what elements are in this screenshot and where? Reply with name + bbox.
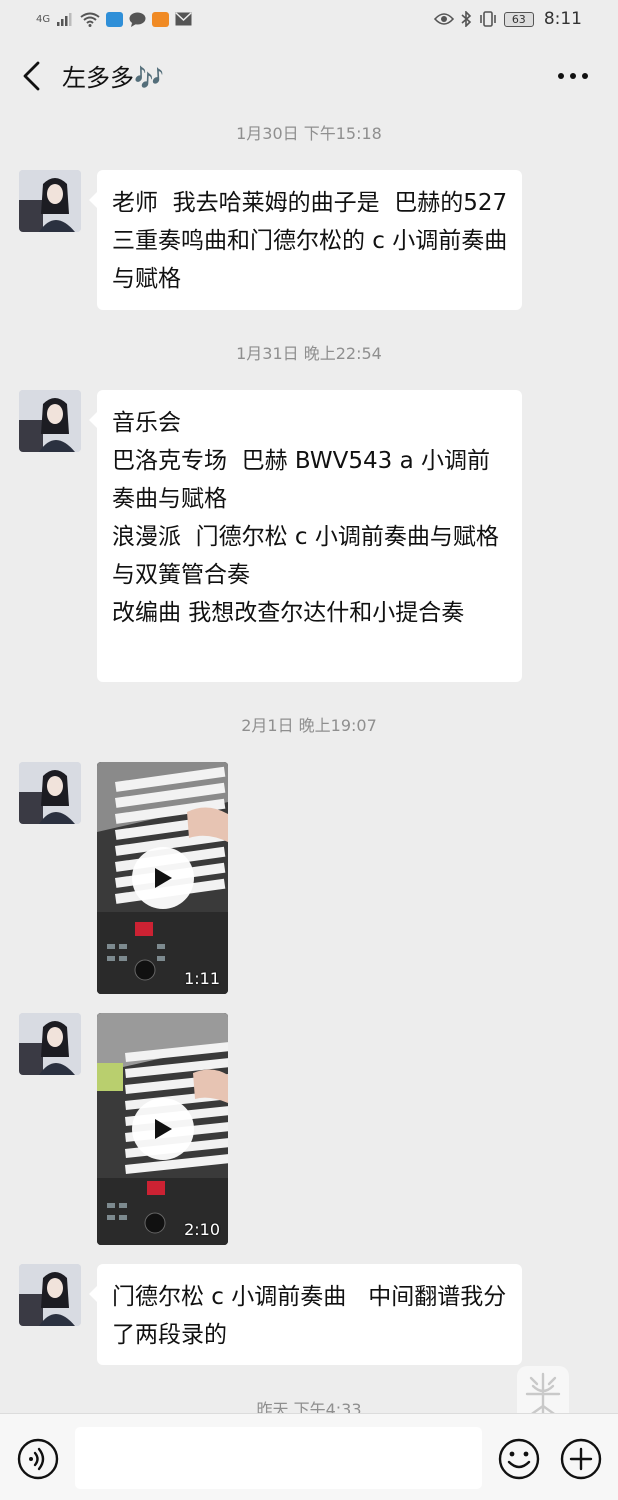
avatar[interactable] (19, 390, 81, 452)
play-button[interactable] (132, 1098, 194, 1160)
plus-icon[interactable] (560, 1438, 602, 1480)
more-dots-icon[interactable] (556, 64, 590, 88)
play-icon (155, 1119, 172, 1139)
avatar-image (19, 390, 81, 452)
avatar-image (19, 1013, 81, 1075)
play-icon (155, 868, 172, 888)
network-type-label: 4G (36, 13, 51, 25)
video-duration: 1:11 (184, 969, 220, 988)
video-duration: 2:10 (184, 1220, 220, 1239)
avatar-image (19, 762, 81, 824)
chat-bubble-icon (129, 12, 146, 27)
video-message[interactable]: 1:11 (97, 762, 228, 994)
play-button[interactable] (132, 847, 194, 909)
status-bar: 4G 63 8:11 (0, 0, 618, 38)
avatar[interactable] (19, 1013, 81, 1075)
avatar-image (19, 170, 81, 232)
avatar[interactable] (19, 1264, 81, 1326)
vibrate-icon (480, 11, 496, 27)
app-notification-icon (106, 11, 124, 27)
status-right: 63 8:11 (433, 9, 582, 29)
wifi-icon (80, 12, 100, 27)
chevron-left-icon[interactable] (20, 60, 44, 92)
message-bubble[interactable]: 老师 我去哈莱姆的曲子是 巴赫的527 三重奏鸣曲和门德尔松的 c 小调前奏曲与… (89, 170, 522, 310)
eye-icon (433, 13, 454, 25)
video-message[interactable]: 2:10 (97, 1013, 228, 1245)
message-bubble[interactable]: 音乐会 巴洛克专场 巴赫 BWV543 a 小调前奏曲与赋格 浪漫派 门德尔松 … (89, 390, 522, 682)
message-timestamp: 2月1日 晚上19:07 (241, 716, 377, 735)
voice-icon[interactable] (17, 1438, 59, 1480)
chat-title[interactable]: 左多多🎶 (62, 58, 164, 93)
avatar[interactable] (19, 170, 81, 232)
signal-icon (57, 13, 72, 26)
input-bar (0, 1413, 618, 1500)
bluetooth-icon (461, 11, 471, 27)
message-timestamp: 1月31日 晚上22:54 (236, 344, 382, 363)
message-bubble[interactable]: 门德尔松 c 小调前奏曲 中间翻谱我分了两段录的 (89, 1264, 522, 1365)
status-time: 8:11 (543, 9, 582, 29)
battery-indicator: 63 (503, 11, 534, 27)
emoji-icon[interactable] (498, 1438, 540, 1480)
message-input[interactable] (75, 1427, 482, 1489)
orange-app-icon (152, 11, 170, 27)
message-timestamp: 1月30日 下午15:18 (236, 124, 382, 143)
chat-header: 左多多🎶 (0, 38, 618, 114)
avatar-image (19, 1264, 81, 1326)
status-left: 4G (36, 11, 192, 27)
avatar[interactable] (19, 762, 81, 824)
mail-icon (175, 12, 192, 26)
